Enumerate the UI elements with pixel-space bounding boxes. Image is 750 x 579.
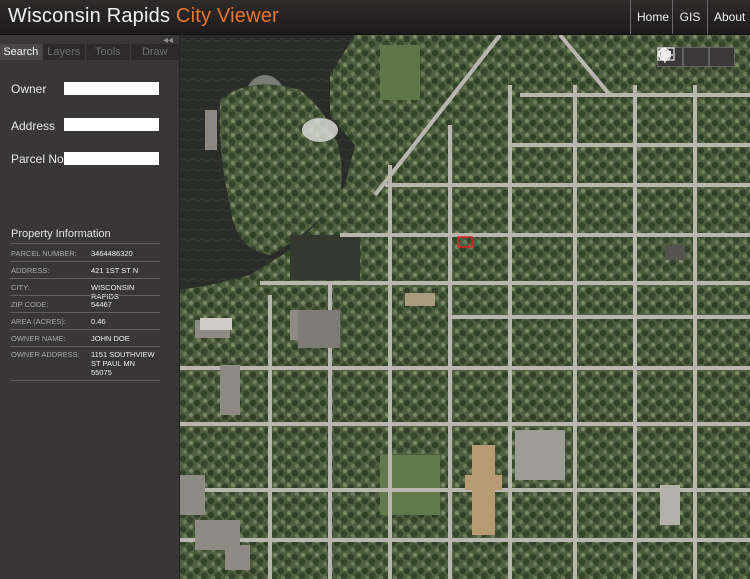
- parcel-label: Parcel No.: [11, 152, 68, 166]
- property-key: ADDRESS:: [11, 266, 50, 275]
- property-key: CITY:: [11, 283, 30, 292]
- address-label: Address: [11, 119, 56, 133]
- property-divider: [10, 346, 160, 347]
- tab-draw[interactable]: Draw: [130, 44, 179, 60]
- map-toolbar: [657, 47, 735, 67]
- app-header: Wisconsin Rapids City Viewer Home GIS Ab…: [0, 0, 750, 35]
- property-value: WISCONSIN RAPIDS: [91, 283, 135, 301]
- property-value: 0.46: [91, 317, 106, 326]
- property-divider: [10, 312, 160, 313]
- property-value: 1151 SOUTHVIEW ST PAUL MN 55075: [91, 350, 155, 377]
- address-input[interactable]: [64, 118, 159, 131]
- property-value: 3464486320: [91, 249, 133, 258]
- owner-input[interactable]: [64, 82, 159, 95]
- nav-about-button[interactable]: About: [707, 0, 750, 34]
- property-key: OWNER ADDRESS:: [11, 350, 80, 359]
- app-title-accent: City Viewer: [175, 5, 279, 27]
- top-nav: Home GIS About: [630, 0, 750, 34]
- property-value: 54467: [91, 300, 112, 309]
- property-key: AREA (ACRES):: [11, 317, 67, 326]
- side-panel: ◂◂ Search Layers Tools Draw Owner Addres…: [0, 35, 180, 579]
- panel-tabs: Search Layers Tools Draw: [0, 44, 179, 60]
- fullscreen-icon: [657, 47, 675, 61]
- property-value: 421 1ST ST N: [91, 266, 139, 275]
- property-info-title: Property Information: [11, 228, 111, 240]
- property-divider: [10, 380, 160, 381]
- tab-layers[interactable]: Layers: [42, 44, 87, 60]
- property-key: ZIP CODE:: [11, 300, 49, 309]
- property-key: OWNER NAME:: [11, 334, 66, 343]
- property-value: JOHN DOE: [91, 334, 130, 343]
- app-title-main: Wisconsin Rapids: [8, 5, 171, 27]
- property-divider: [10, 278, 160, 279]
- nav-gis-button[interactable]: GIS: [672, 0, 707, 34]
- app-title: Wisconsin Rapids City Viewer: [8, 5, 279, 28]
- property-divider: [10, 261, 160, 262]
- property-divider: [10, 295, 160, 296]
- property-key: PARCEL NUMBER:: [11, 249, 77, 258]
- parcel-input[interactable]: [64, 152, 159, 165]
- aerial-imagery[interactable]: [180, 35, 750, 579]
- locate-button[interactable]: [657, 47, 709, 67]
- tab-search[interactable]: Search: [0, 44, 43, 60]
- nav-home-button[interactable]: Home: [630, 0, 672, 34]
- aerial-map[interactable]: [180, 35, 750, 579]
- tab-tools[interactable]: Tools: [86, 44, 131, 60]
- property-divider: [10, 243, 160, 244]
- owner-label: Owner: [11, 82, 47, 96]
- fullscreen-button[interactable]: [657, 47, 735, 67]
- property-divider: [10, 329, 160, 330]
